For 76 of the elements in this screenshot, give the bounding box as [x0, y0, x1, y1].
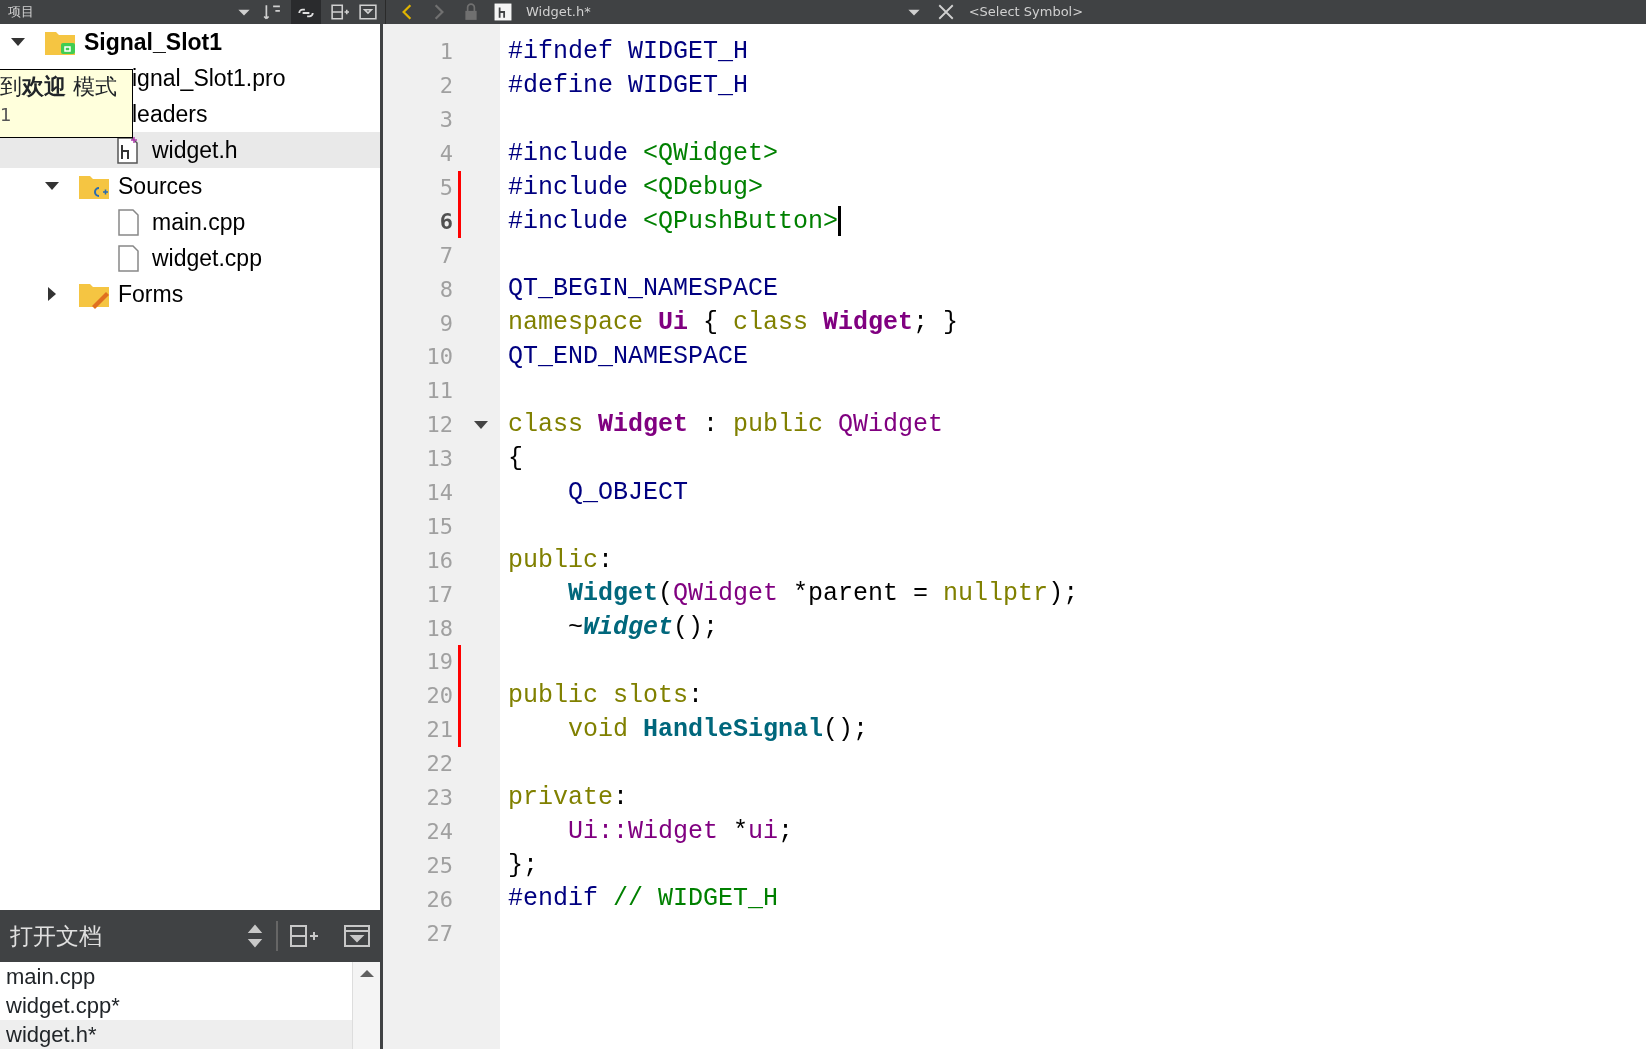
- code-line: class Widget : public QWidget: [508, 409, 944, 441]
- line-number: 10: [425, 343, 453, 372]
- split-icon[interactable]: [290, 924, 320, 948]
- line-number: 20: [425, 682, 453, 711]
- code-line: #include <QWidget>: [508, 137, 779, 170]
- line-number: 12: [425, 411, 453, 440]
- close-pane-icon[interactable]: [344, 925, 370, 947]
- line-number: 21: [425, 716, 453, 745]
- code-line: namespace Ui { class Widget; }: [508, 307, 959, 340]
- document-name[interactable]: Widget.h*: [526, 2, 591, 22]
- panel-title: 打开文档: [10, 921, 102, 951]
- code-line: };: [508, 849, 538, 882]
- line-number: 23: [425, 784, 453, 813]
- tree-item-label[interactable]: Forms: [118, 276, 184, 312]
- line-number: 6: [438, 207, 453, 236]
- line-number: 16: [425, 546, 453, 575]
- line-number: 2: [438, 72, 453, 101]
- code-line: Q_OBJECT: [568, 476, 689, 509]
- line-number: 4: [438, 140, 453, 169]
- code-line: #include <QDebug>: [508, 171, 764, 204]
- scrollbar[interactable]: [352, 962, 380, 1049]
- line-number: 24: [425, 817, 453, 846]
- code-line: QT_BEGIN_NAMESPACE: [508, 273, 779, 306]
- tree-item-label[interactable]: Signal_Slot1: [84, 24, 223, 60]
- tooltip-text: 1: [0, 103, 13, 127]
- code-line: public:: [508, 544, 614, 577]
- code-line: #define WIDGET_H: [508, 70, 749, 103]
- line-number: 14: [425, 479, 453, 507]
- sort-arrows-icon[interactable]: [246, 923, 264, 949]
- line-number: 13: [425, 445, 453, 474]
- code-line: {: [508, 442, 523, 475]
- line-number: 27: [425, 919, 453, 948]
- code-line: Ui::Widget *ui;: [568, 815, 794, 848]
- line-number: 1: [438, 38, 453, 67]
- code-line: private:: [508, 781, 629, 814]
- line-number: 25: [425, 851, 453, 880]
- line-number: 22: [425, 750, 453, 779]
- code-line: #include <QPushButton>: [508, 205, 839, 238]
- open-document-item[interactable]: widget.h*: [0, 1020, 352, 1049]
- line-number: 26: [425, 885, 453, 914]
- code-line: QT_END_NAMESPACE: [508, 341, 749, 374]
- close-icon[interactable]: [936, 3, 955, 21]
- open-document-item[interactable]: main.cpp: [0, 962, 352, 991]
- text-cursor: [838, 206, 842, 237]
- line-number: 17: [425, 580, 453, 609]
- tree-item-label[interactable]: ignal_Slot1.pro: [132, 60, 286, 96]
- code-line: public slots:: [508, 680, 704, 713]
- line-number: 11: [425, 377, 453, 406]
- tree-item-label[interactable]: widget.cpp: [152, 240, 262, 276]
- line-number: 19: [425, 648, 453, 677]
- line-number: 3: [438, 106, 453, 135]
- close-pane-icon[interactable]: [359, 3, 377, 21]
- tree-item-label[interactable]: Sources: [118, 168, 203, 204]
- filter-icon[interactable]: [263, 3, 281, 21]
- line-number: 8: [438, 275, 453, 304]
- line-number: 15: [425, 512, 453, 541]
- open-document-item[interactable]: widget.cpp*: [0, 991, 352, 1020]
- tree-item-label[interactable]: leaders: [132, 96, 208, 132]
- tooltip-text: 到欢迎 模式: [0, 73, 118, 101]
- scroll-up-icon[interactable]: [358, 968, 375, 978]
- link-toggle-button[interactable]: [291, 0, 321, 24]
- code-line: void HandleSignal();: [568, 714, 869, 746]
- line-number: 5: [438, 174, 453, 202]
- code-line: Widget(QWidget *parent = nullptr);: [568, 578, 1079, 611]
- line-number: 7: [438, 241, 453, 270]
- code-line: #endif // WIDGET_H: [508, 883, 779, 916]
- header-file-icon: [494, 3, 512, 21]
- symbol-selector[interactable]: <Select Symbol>: [968, 2, 1084, 22]
- line-number: 18: [425, 614, 453, 643]
- project-selector-label: 项目: [8, 3, 34, 22]
- code-line: ~Widget();: [568, 612, 719, 645]
- line-number: 9: [438, 309, 453, 338]
- fold-arrow-icon[interactable]: [472, 419, 489, 430]
- tree-item-label[interactable]: main.cpp: [152, 204, 246, 240]
- code-line: #ifndef WIDGET_H: [508, 36, 749, 69]
- split-icon[interactable]: [331, 3, 349, 21]
